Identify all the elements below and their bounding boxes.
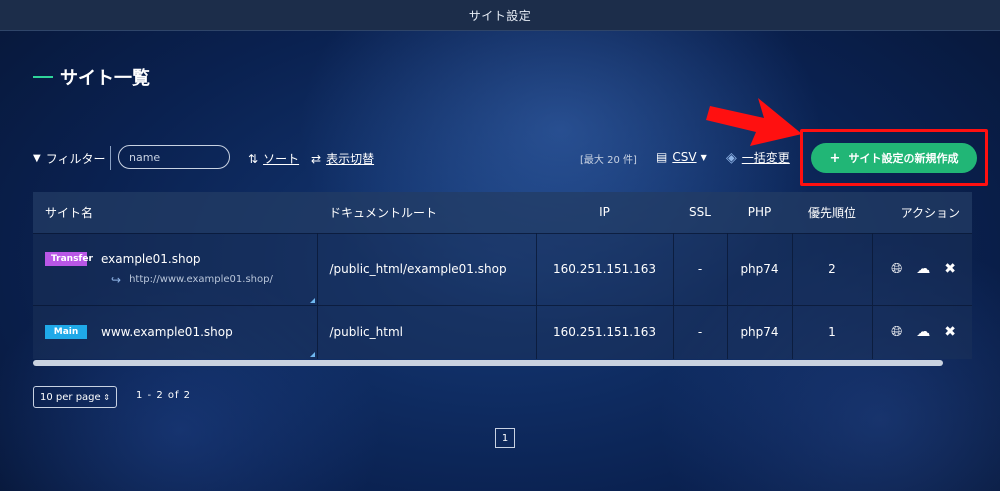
- actions-cell: 🌐︎ ☁ ✖: [872, 304, 972, 359]
- csv-label: CSV: [672, 150, 697, 164]
- document-icon: ▤: [656, 150, 668, 164]
- site-name[interactable]: www.example01.shop: [101, 325, 233, 339]
- ssl-cell: -: [673, 304, 728, 359]
- page-title: サイト一覧: [60, 68, 150, 89]
- site-name-cell: Transfer example01.shop ↪ http://www.exa…: [33, 232, 318, 305]
- row-actions: 🌐︎ ☁ ✖: [885, 261, 961, 277]
- column-header-priority[interactable]: 優先順位: [792, 192, 872, 233]
- column-header-site-name[interactable]: サイト名: [33, 192, 317, 233]
- resize-corner-icon: [309, 352, 315, 357]
- view-toggle-button[interactable]: ⇄ 表示切替: [311, 150, 374, 167]
- page-title-area: サイト一覧: [33, 64, 150, 90]
- row-actions: 🌐︎ ☁ ✖: [885, 324, 961, 340]
- ip-cell: 160.251.151.163: [536, 232, 674, 305]
- priority-cell: 2: [792, 232, 873, 305]
- site-table: サイト名 ドキュメントルート IP SSL PHP 優先順位 アクション Tra…: [33, 192, 972, 359]
- app-title: サイト設定: [468, 8, 532, 23]
- view-toggle-label: 表示切替: [326, 152, 375, 166]
- filter-label: フィルター: [45, 152, 106, 166]
- sort-label: ソート: [263, 152, 300, 166]
- table-row: Transfer example01.shop ↪ http://www.exa…: [33, 232, 972, 305]
- bulk-change-button[interactable]: ◈ 一括変更: [726, 149, 790, 166]
- site-table-container: サイト名 ドキュメントルート IP SSL PHP 優先順位 アクション Tra…: [33, 192, 972, 360]
- site-name-cell: Main www.example01.shop: [33, 304, 318, 359]
- sort-icon: ⇅: [248, 151, 259, 166]
- csv-dropdown[interactable]: ▤ CSV ▼: [656, 150, 707, 164]
- redirect-url: ↪ http://www.example01.shop/: [111, 273, 305, 287]
- search-input[interactable]: [118, 145, 230, 169]
- filter-button[interactable]: ▼ フィルター: [33, 150, 105, 167]
- table-row: Main www.example01.shop /public_html 160…: [33, 304, 972, 359]
- swap-icon: ⇄: [311, 151, 322, 166]
- title-accent-line: [33, 76, 53, 78]
- redirect-url-text: http://www.example01.shop/: [129, 274, 273, 285]
- site-line: Transfer example01.shop: [45, 251, 305, 266]
- cloud-settings-icon[interactable]: ☁: [916, 261, 930, 277]
- actions-cell: 🌐︎ ☁ ✖: [872, 232, 972, 305]
- docroot-cell: /public_html/example01.shop: [317, 232, 537, 305]
- column-header-actions: アクション: [900, 205, 960, 220]
- main-badge: Main: [45, 325, 87, 340]
- globe-icon[interactable]: 🌐︎: [891, 261, 902, 277]
- priority-cell: 1: [792, 304, 873, 359]
- filter-icon: ▼: [33, 153, 41, 164]
- chevron-down-icon: ▼: [700, 152, 707, 162]
- tools-icon[interactable]: ✖: [944, 324, 956, 340]
- table-header-row: サイト名 ドキュメントルート IP SSL PHP 優先順位 アクション: [33, 192, 972, 233]
- globe-icon[interactable]: 🌐︎: [891, 324, 902, 340]
- sort-button[interactable]: ⇅ ソート: [248, 150, 299, 167]
- column-header-php[interactable]: PHP: [727, 192, 792, 233]
- site-name[interactable]: example01.shop: [101, 252, 201, 266]
- bulk-change-label: 一括変更: [741, 151, 790, 165]
- php-cell: php74: [727, 304, 793, 359]
- per-page-value: 10 per page: [40, 391, 101, 403]
- column-header-ssl[interactable]: SSL: [673, 192, 727, 233]
- redirect-arrow-icon: ↪: [111, 272, 122, 287]
- red-arrow-annotation: [706, 98, 802, 146]
- php-cell: php74: [727, 232, 793, 305]
- column-header-docroot[interactable]: ドキュメントルート: [317, 192, 536, 233]
- per-page-select[interactable]: 10 per page ⇕: [33, 386, 117, 408]
- horizontal-scrollbar[interactable]: [33, 360, 943, 366]
- page-button-1[interactable]: 1: [495, 428, 515, 448]
- pagination-range: 1 - 2 of 2: [136, 390, 192, 401]
- plus-icon: +: [829, 150, 841, 166]
- toolbar-divider: [110, 146, 111, 170]
- layers-icon: ◈: [726, 149, 737, 166]
- new-site-setting-button[interactable]: + サイト設定の新規作成: [811, 143, 977, 173]
- ssl-cell: -: [673, 232, 728, 305]
- transfer-badge: Transfer: [45, 251, 93, 266]
- max-count-label: [最大 20 件]: [580, 155, 637, 166]
- new-site-setting-label: サイト設定の新規作成: [848, 152, 959, 165]
- resize-corner-icon: [309, 297, 315, 303]
- column-header-ip[interactable]: IP: [536, 192, 673, 233]
- cloud-settings-icon[interactable]: ☁: [916, 324, 930, 340]
- select-arrows-icon: ⇕: [103, 392, 110, 402]
- ip-cell: 160.251.151.163: [536, 304, 674, 359]
- top-bar: サイト設定: [0, 0, 1000, 31]
- site-line: Main www.example01.shop: [45, 325, 305, 340]
- tools-icon[interactable]: ✖: [944, 261, 956, 277]
- docroot-cell: /public_html: [317, 304, 537, 359]
